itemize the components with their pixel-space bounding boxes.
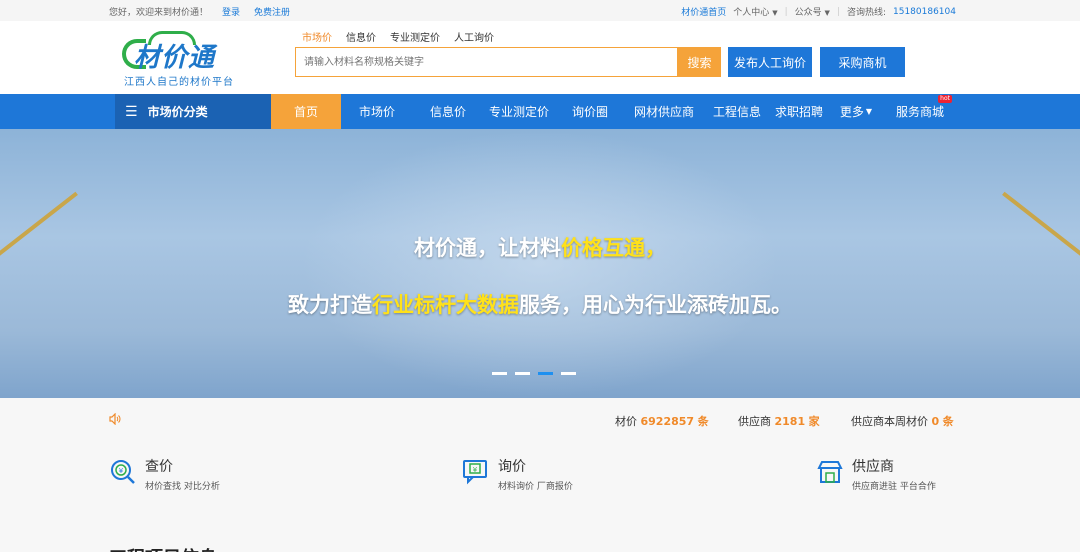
nav-item-inquiry-circle[interactable]: 询价圈 <box>564 94 616 129</box>
login-link[interactable]: 登录 <box>222 5 240 18</box>
user-center-menu[interactable]: 个人中心 ▼ <box>733 5 777 18</box>
inquiry-icon: ¥ <box>462 458 490 486</box>
nav-item-jobs[interactable]: 求职招聘 <box>773 94 825 129</box>
search-box <box>295 47 678 77</box>
stat-suppliers: 供应商 2181 家 <box>738 415 820 428</box>
carousel-dot[interactable] <box>561 372 576 375</box>
search-tab-manual[interactable]: 人工询价 <box>454 29 494 44</box>
hotline-number: 15180186104 <box>893 6 956 17</box>
chevron-down-icon: ▼ <box>824 9 830 17</box>
category-menu[interactable]: ☰ 市场价分类 <box>115 94 271 129</box>
feature-subtitle: 供应商进驻 平台合作 <box>852 482 936 492</box>
feature-subtitle: 材料询价 厂商报价 <box>498 482 573 492</box>
banner-subline: 致力打造行业标杆大数据服务，用心为行业添砖加瓦。 <box>288 293 792 317</box>
store-icon <box>816 458 844 486</box>
divider: | <box>836 6 840 17</box>
nav-item-more[interactable]: 更多 ▼ <box>836 94 876 129</box>
nav-item-home[interactable]: 首页 <box>271 94 341 129</box>
search-tab-info[interactable]: 信息价 <box>346 29 376 44</box>
carousel-dot-active[interactable] <box>538 372 553 375</box>
nav-item-professional[interactable]: 专业测定价 <box>486 94 552 129</box>
header: 材价通 江西人自己的材价平台 市场价 信息价 专业测定价 人工询价 搜索 发布人… <box>0 21 1080 94</box>
feature-supplier[interactable]: 供应商 供应商进驻 平台合作 <box>816 452 976 502</box>
hotline-label: 咨询热线: <box>846 8 886 18</box>
logo-brand: 材价通 <box>134 43 216 73</box>
top-bar: 您好，欢迎来到材价通！ 登录 免费注册 材价通首页 个人中心 ▼ | 公众号 ▼… <box>0 0 1080 21</box>
menu-icon: ☰ <box>125 103 138 120</box>
feature-subtitle: 材价查找 对比分析 <box>145 482 220 492</box>
stats-bar: 材价 6922857 条 供应商 2181 家 供应商本周材价 0 条 <box>0 398 1080 444</box>
banner-headline: 材价通，让材料价格互通， <box>414 236 666 260</box>
section-title-projects: 工程项目信息 <box>109 544 217 552</box>
speaker-icon <box>109 412 121 426</box>
carousel-dot[interactable] <box>515 372 530 375</box>
nav-item-info[interactable]: 信息价 <box>421 94 475 129</box>
feature-title: 询价 <box>498 459 526 475</box>
svg-text:¥: ¥ <box>473 466 478 474</box>
hero-banner[interactable]: 材价通，让材料价格互通， 致力打造行业标杆大数据服务，用心为行业添砖加瓦。 <box>0 129 1080 398</box>
feature-inquiry[interactable]: ¥ 询价 材料询价 厂商报价 <box>462 452 622 502</box>
nav-item-mall[interactable]: 服务商城 hot <box>892 94 952 129</box>
search-tab-professional[interactable]: 专业测定价 <box>390 29 440 44</box>
feature-title: 供应商 <box>852 459 894 475</box>
nav-item-market[interactable]: 市场价 <box>350 94 404 129</box>
logo-slogan: 江西人自己的材价平台 <box>124 77 234 88</box>
home-link[interactable]: 材价通首页 <box>681 5 726 18</box>
publish-inquiry-button[interactable]: 发布人工询价 <box>728 47 812 77</box>
search-button[interactable]: 搜索 <box>678 47 721 77</box>
divider: | <box>784 6 788 17</box>
feature-title: 查价 <box>145 459 173 475</box>
main-nav: ☰ 市场价分类 首页 市场价 信息价 专业测定价 询价圈 网材供应商 工程信息 … <box>0 94 1080 129</box>
logo[interactable]: 材价通 江西人自己的材价平台 <box>118 29 238 91</box>
search-tab-market[interactable]: 市场价 <box>302 29 332 44</box>
caret-down-icon: ▼ <box>865 107 873 116</box>
price-search-icon: ¥ <box>109 458 137 486</box>
carousel-dot[interactable] <box>492 372 507 375</box>
stat-prices: 材价 6922857 条 <box>615 415 709 428</box>
chevron-down-icon: ▼ <box>772 9 778 17</box>
nav-item-suppliers[interactable]: 网材供应商 <box>630 94 698 129</box>
official-account-menu[interactable]: 公众号 ▼ <box>795 5 830 18</box>
purchase-opportunity-button[interactable]: 采购商机 <box>820 47 905 77</box>
hot-badge: hot <box>938 95 952 103</box>
register-link[interactable]: 免费注册 <box>254 5 290 18</box>
carousel-dots <box>492 372 576 375</box>
feature-price-search[interactable]: ¥ 查价 材价查找 对比分析 <box>109 452 269 502</box>
nav-item-projects[interactable]: 工程信息 <box>710 94 764 129</box>
search-input[interactable] <box>296 48 677 76</box>
category-label: 市场价分类 <box>147 105 208 119</box>
greeting-text: 您好，欢迎来到材价通！ <box>109 8 209 18</box>
svg-text:¥: ¥ <box>119 467 124 475</box>
search-tabs: 市场价 信息价 专业测定价 人工询价 <box>302 29 494 44</box>
stat-weekly-prices: 供应商本周材价 0 条 <box>851 415 954 428</box>
